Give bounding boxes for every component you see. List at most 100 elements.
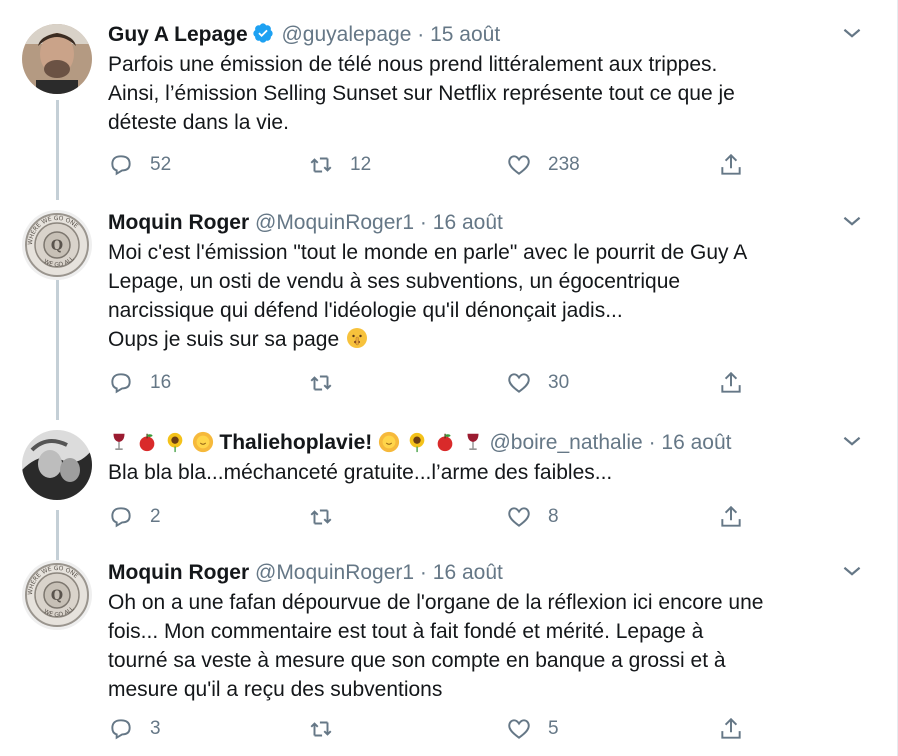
tweet-text: Bla bla bla...méchanceté gratuite...l’ar… — [108, 458, 867, 487]
avatar[interactable] — [22, 24, 92, 94]
reply-button[interactable]: 16 — [108, 368, 171, 398]
share-icon — [721, 505, 741, 527]
retweet-button[interactable] — [308, 714, 350, 744]
tweet-text-line: tourné sa veste à mesure que son compte … — [108, 649, 726, 672]
tweet-actions: 16 30 — [108, 368, 777, 398]
tweet-header: Thaliehoplavie! @boire_nathalie · 16 aoû… — [108, 428, 867, 458]
svg-text:Q: Q — [51, 588, 63, 604]
like-button[interactable]: 238 — [506, 150, 580, 180]
tweet-text-line: Oh on a une fafan dépourvue de l'organe … — [108, 591, 764, 614]
retweet-icon — [310, 509, 332, 525]
reply-button[interactable]: 2 — [108, 502, 161, 532]
separator-dot: · — [417, 23, 425, 46]
heart-icon — [508, 373, 530, 393]
display-name[interactable]: Guy A Lepage — [108, 23, 248, 46]
chevron-down-icon[interactable] — [839, 20, 865, 46]
like-button[interactable]: 8 — [506, 502, 559, 532]
share-icon — [721, 153, 741, 175]
share-icon — [721, 717, 741, 739]
tweet-header: Moquin Roger @MoquinRoger1 · 16 août — [108, 558, 867, 588]
reply-button[interactable]: 52 — [108, 150, 171, 180]
verified-badge-icon — [252, 22, 274, 53]
user-photo-avatar — [22, 24, 92, 94]
like-count: 5 — [548, 718, 559, 739]
like-count: 8 — [548, 506, 559, 527]
tweet-text-line: Moi c'est l'émission "tout le monde en p… — [108, 241, 748, 264]
tweet-text-line: Lepage, un osti de vendu à ses subventio… — [108, 270, 681, 293]
reply-count: 52 — [150, 154, 172, 175]
retweet-button[interactable]: 12 — [308, 150, 371, 180]
bw-photo-avatar — [22, 430, 92, 500]
reply-icon — [111, 155, 131, 176]
tweet-text-line: Parfois une émission de télé nous prend … — [108, 53, 718, 76]
tweet-text-line: déteste dans la vie. — [108, 111, 289, 134]
avatar[interactable]: Q WHERE WE GO ONE WE GO ALL — [22, 560, 92, 630]
tweet-text-line: Ainsi, l’émission Selling Sunset sur Net… — [108, 82, 735, 105]
avatar[interactable]: Q WHERE WE GO ONE WE GO ALL — [22, 210, 92, 280]
tweet-date[interactable]: 15 août — [430, 23, 500, 46]
heart-icon — [508, 719, 530, 739]
share-button[interactable] — [718, 502, 744, 532]
like-button[interactable]: 30 — [506, 368, 569, 398]
user-handle[interactable]: @MoquinRoger1 — [255, 211, 414, 234]
tweet-actions: 3 5 — [108, 714, 777, 744]
separator-dot: · — [419, 211, 427, 234]
tweet-text: Moi c'est l'émission "tout le monde en p… — [108, 238, 867, 358]
user-handle[interactable]: @MoquinRoger1 — [255, 561, 414, 584]
separator-dot: · — [419, 561, 427, 584]
display-name[interactable]: Moquin Roger — [108, 561, 249, 584]
retweet-icon — [310, 157, 332, 173]
tweet-header: Moquin Roger @MoquinRoger1 · 16 août — [108, 208, 867, 238]
tweet-text-line: narcissique qui défend l'idéologie qu'il… — [108, 299, 623, 322]
display-name[interactable]: Thaliehoplavie! — [219, 431, 372, 454]
chevron-down-icon[interactable] — [839, 208, 865, 234]
heart-icon — [508, 155, 530, 175]
tweet-actions: 2 8 — [108, 502, 777, 532]
tweet-text-line: mesure qu'il a reçu des subventions — [108, 678, 443, 701]
tweet-date[interactable]: 16 août — [661, 431, 731, 454]
tweet-text: Oh on a une fafan dépourvue de l'organe … — [108, 588, 867, 704]
retweet-button[interactable] — [308, 502, 350, 532]
reply-icon — [111, 507, 131, 528]
tweet-text: Parfois une émission de télé nous prend … — [108, 50, 867, 137]
retweet-button[interactable] — [308, 368, 350, 398]
display-name[interactable]: Moquin Roger — [108, 211, 249, 234]
tweet-text-line: Bla bla bla...méchanceté gratuite...l’ar… — [108, 461, 613, 484]
reply-count: 16 — [150, 372, 172, 393]
name-prefix-emoji — [108, 431, 219, 454]
chevron-down-icon[interactable] — [839, 428, 865, 454]
avatar[interactable] — [22, 430, 92, 500]
shushing-face-emoji-icon — [345, 326, 369, 358]
like-count: 30 — [548, 372, 570, 393]
retweet-icon — [310, 375, 332, 391]
like-count: 238 — [548, 154, 580, 175]
retweet-count: 12 — [350, 154, 372, 175]
reply-button[interactable]: 3 — [108, 714, 161, 744]
share-button[interactable] — [718, 368, 744, 398]
reply-icon — [111, 719, 131, 740]
seal-logo-avatar: Q WHERE WE GO ONE WE GO ALL — [22, 210, 92, 280]
like-button[interactable]: 5 — [506, 714, 559, 744]
tweet-actions: 52 12 238 — [108, 150, 777, 180]
share-button[interactable] — [718, 714, 744, 744]
chevron-down-icon[interactable] — [839, 558, 865, 584]
reply-icon — [111, 373, 131, 394]
tweet[interactable]: Q WHERE WE GO ONE WE GO ALL Moquin Roger… — [0, 200, 897, 420]
tweet[interactable]: Guy A Lepage @guyalepage · 15 août Parfo… — [0, 0, 897, 200]
name-suffix-emoji — [372, 431, 489, 454]
tweet-text-line: Oups je suis sur sa page — [108, 325, 867, 358]
svg-text:Q: Q — [51, 238, 63, 254]
tweet-date[interactable]: 16 août — [433, 211, 503, 234]
heart-icon — [508, 507, 530, 527]
tweet-text-line: fois... Mon commentaire est tout à fait … — [108, 620, 704, 643]
user-handle[interactable]: @guyalepage — [281, 23, 411, 46]
user-handle[interactable]: @boire_nathalie — [489, 431, 642, 454]
tweet[interactable]: Q WHERE WE GO ONE WE GO ALL Moquin Roger… — [0, 550, 897, 756]
reply-count: 3 — [150, 718, 161, 739]
share-button[interactable] — [718, 150, 744, 180]
reply-count: 2 — [150, 506, 161, 527]
tweet-header: Guy A Lepage @guyalepage · 15 août — [108, 20, 867, 50]
tweet-date[interactable]: 16 août — [433, 561, 503, 584]
share-icon — [721, 371, 741, 393]
tweet[interactable]: Thaliehoplavie! @boire_nathalie · 16 aoû… — [0, 420, 897, 560]
